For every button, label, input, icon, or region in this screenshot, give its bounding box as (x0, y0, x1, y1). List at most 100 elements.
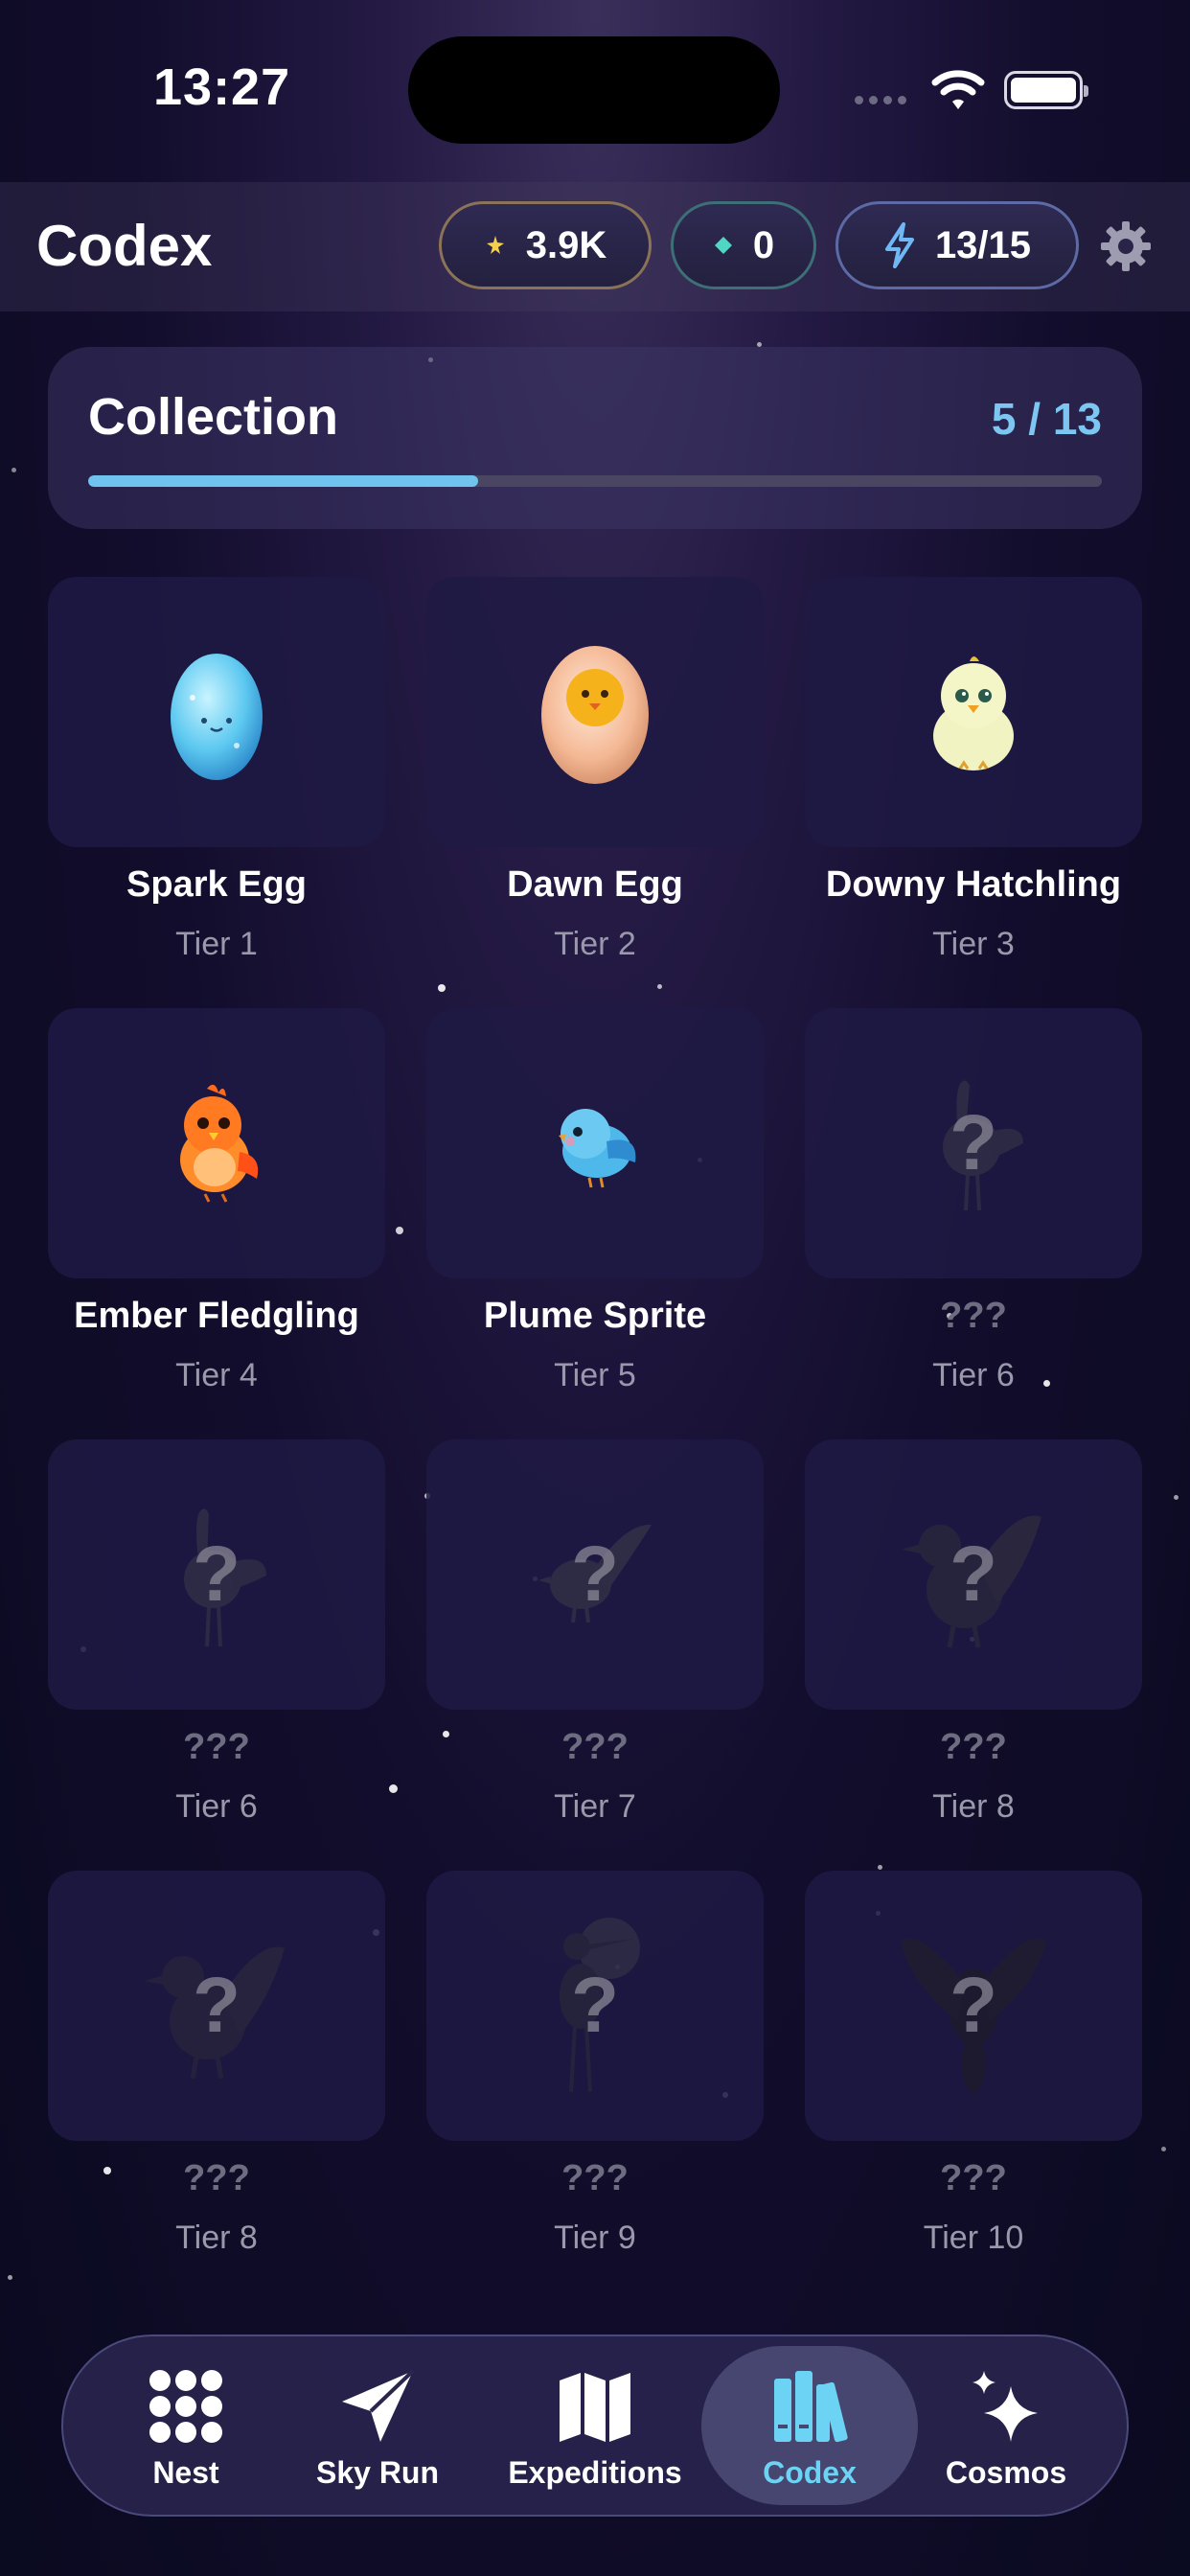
creature-tier: Tier 9 (554, 2220, 636, 2256)
cellular-signal-icon (855, 96, 906, 104)
paper-plane-icon (342, 2369, 415, 2442)
status-bar: 13:27 (0, 0, 1190, 182)
battery-icon (1004, 71, 1088, 109)
creature-card[interactable]: Dawn Egg Tier 2 (426, 577, 764, 1008)
ember-fledgling-icon (180, 1084, 259, 1203)
tab-expeditions[interactable]: Expeditions (499, 2336, 691, 2515)
creature-tile[interactable]: ? (48, 1439, 385, 1710)
gems-counter[interactable]: 0 (671, 201, 816, 289)
creature-card[interactable]: ? ??? Tier 8 (805, 1439, 1142, 1871)
creature-name: ??? (940, 1727, 1007, 1767)
collection-title: Collection (88, 388, 339, 446)
creature-card[interactable]: Spark Egg Tier 1 (48, 577, 385, 1008)
gem-icon (714, 237, 732, 254)
dynamic-island (408, 36, 780, 144)
tab-sky-run[interactable]: Sky Run (282, 2336, 473, 2515)
creature-tile[interactable] (48, 577, 385, 847)
question-mark-icon: ? (949, 1962, 998, 2049)
spark-egg-icon (171, 654, 263, 780)
creature-name: ??? (561, 1727, 629, 1767)
creature-tile[interactable]: ? (426, 1439, 764, 1710)
creature-tier: Tier 8 (175, 2220, 258, 2256)
coins-value: 3.9K (525, 223, 607, 266)
collection-progress-bar (88, 475, 1102, 487)
creature-tier: Tier 4 (175, 1357, 258, 1393)
question-mark-icon: ? (570, 1530, 620, 1618)
creature-name: ??? (940, 1296, 1007, 1336)
wifi-icon (931, 70, 985, 109)
creature-name: ??? (183, 1727, 250, 1767)
creature-tile[interactable]: ? (805, 1008, 1142, 1278)
coin-icon (486, 236, 504, 254)
tab-label: Cosmos (945, 2455, 1067, 2490)
collection-count: 5 / 13 (991, 394, 1102, 444)
creature-tile[interactable] (48, 1008, 385, 1278)
creature-name: ??? (561, 2158, 629, 2198)
plume-sprite-icon (559, 1109, 636, 1188)
creature-grid: Spark Egg Tier 1 Dawn Egg Tier 2 Downy H… (48, 577, 1142, 2302)
books-icon (774, 2371, 848, 2443)
tab-label: Sky Run (315, 2455, 440, 2490)
creature-name: ??? (183, 2158, 250, 2198)
creature-card[interactable]: Downy Hatchling Tier 3 (805, 577, 1142, 1008)
question-mark-icon: ? (949, 1530, 998, 1618)
top-header: Codex 3.9K 0 13/15 (0, 182, 1190, 311)
question-mark-icon: ? (949, 1099, 998, 1186)
creature-tier: Tier 10 (923, 2220, 1024, 2256)
question-mark-icon: ? (192, 1962, 241, 2049)
gems-value: 0 (752, 223, 775, 266)
question-mark-icon: ? (570, 1962, 620, 2049)
creature-tile[interactable] (805, 577, 1142, 847)
energy-counter[interactable]: 13/15 (835, 201, 1079, 289)
creature-tile[interactable]: ? (805, 1439, 1142, 1710)
creature-name: Plume Sprite (483, 1296, 707, 1336)
creature-tier: Tier 1 (175, 926, 258, 962)
gear-icon[interactable] (1098, 218, 1154, 274)
tab-label: Codex (763, 2455, 857, 2490)
creature-card[interactable]: ? ??? Tier 10 (805, 1871, 1142, 2302)
creature-tile[interactable]: ? (48, 1871, 385, 2141)
question-mark-icon: ? (192, 1530, 241, 1618)
collection-card: Collection 5 / 13 (48, 347, 1142, 529)
map-icon (560, 2373, 630, 2442)
sparkles-icon (973, 2371, 1038, 2442)
collection-progress-fill (88, 475, 479, 487)
energy-value: 13/15 (934, 223, 1032, 266)
tab-codex[interactable]: Codex (701, 2336, 918, 2515)
creature-tile[interactable]: ? (805, 1871, 1142, 2141)
creature-card[interactable]: ? ??? Tier 9 (426, 1871, 764, 2302)
creature-tier: Tier 2 (554, 926, 636, 962)
creature-card[interactable]: ? ??? Tier 6 (48, 1439, 385, 1871)
creature-card[interactable]: ? ??? Tier 6 (805, 1008, 1142, 1439)
creature-tier: Tier 3 (932, 926, 1015, 962)
creature-name: Ember Fledgling (74, 1296, 359, 1336)
creature-tile[interactable]: ? (426, 1871, 764, 2141)
creature-card[interactable]: Plume Sprite Tier 5 (426, 1008, 764, 1439)
creature-tile[interactable] (426, 577, 764, 847)
creature-tier: Tier 7 (554, 1788, 636, 1825)
creature-tier: Tier 5 (554, 1357, 636, 1393)
tab-label: Nest (152, 2455, 219, 2490)
creature-name: Downy Hatchling (825, 864, 1122, 905)
dawn-egg-icon (541, 646, 649, 784)
creature-tier: Tier 8 (932, 1788, 1015, 1825)
downy-hatchling-icon (933, 656, 1014, 770)
creature-name: Spark Egg (126, 864, 307, 905)
creature-card[interactable]: ? ??? Tier 7 (426, 1439, 764, 1871)
creature-card[interactable]: Ember Fledgling Tier 4 (48, 1008, 385, 1439)
coins-counter[interactable]: 3.9K (439, 201, 652, 289)
tab-cosmos[interactable]: Cosmos (910, 2336, 1102, 2515)
grid-dots-icon (149, 2370, 222, 2443)
tab-nest[interactable]: Nest (90, 2336, 282, 2515)
status-time: 13:27 (153, 58, 291, 116)
creature-tier: Tier 6 (175, 1788, 258, 1825)
creature-name: ??? (940, 2158, 1007, 2198)
creature-card[interactable]: ? ??? Tier 8 (48, 1871, 385, 2302)
tab-label: Expeditions (508, 2455, 682, 2490)
creature-tile[interactable] (426, 1008, 764, 1278)
lightning-icon (884, 222, 914, 268)
bottom-tab-bar: Nest Sky Run Expeditions Codex Cosmos (61, 2334, 1129, 2517)
creature-tier: Tier 6 (932, 1357, 1015, 1393)
page-title: Codex (36, 214, 213, 278)
creature-name: Dawn Egg (507, 864, 683, 905)
